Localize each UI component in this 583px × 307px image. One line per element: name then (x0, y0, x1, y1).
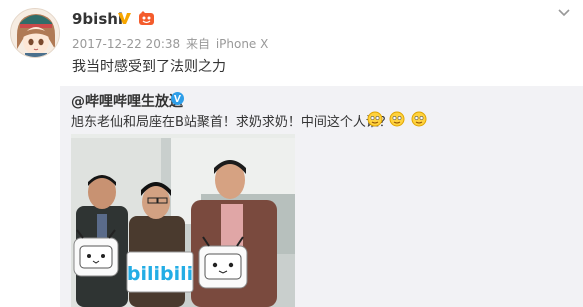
repost-card[interactable]: @哔哩哔哩生放送 旭东老仙和局座在B站聚首！求奶求奶！中间这个人谁？ bilib… (60, 86, 583, 307)
source-device[interactable]: iPhone X (216, 37, 269, 51)
sweat-smile-emoji-icon (389, 111, 405, 127)
sign-text: bilibili (127, 263, 193, 285)
weibo-post: 9bishi 2017-12-22 20:38 来自 iPhone X 我当时感… (0, 0, 583, 307)
post-meta: 2017-12-22 20:38 来自 iPhone X (72, 35, 270, 52)
sweat-smile-emoji-icon (411, 111, 427, 127)
anime-girl-avatar-icon (11, 9, 59, 57)
repost-vip-badge-icon (171, 92, 184, 105)
attached-photo[interactable]: bilibili (71, 134, 295, 307)
chevron-down-icon[interactable] (558, 9, 570, 17)
source-prefix: 来自 (185, 37, 210, 51)
repost-text: 旭东老仙和局座在B站聚首！求奶求奶！中间这个人谁？ (71, 115, 392, 130)
bilibili-sign-icon: bilibili (126, 251, 194, 293)
repost-author-link[interactable]: @哔哩哔哩生放送 (71, 91, 183, 111)
user-name[interactable]: 9bishi (72, 10, 123, 28)
emoji-row (367, 111, 428, 127)
sweat-smile-emoji-icon (367, 111, 383, 127)
post-text: 我当时感受到了法则之力 (72, 59, 226, 75)
timestamp[interactable]: 2017-12-22 20:38 (72, 37, 180, 51)
group-photo-image: bilibili (71, 134, 295, 307)
user-avatar[interactable] (10, 8, 60, 58)
emoji-badge-icon (139, 11, 154, 25)
vip-badge-icon[interactable] (117, 11, 132, 26)
